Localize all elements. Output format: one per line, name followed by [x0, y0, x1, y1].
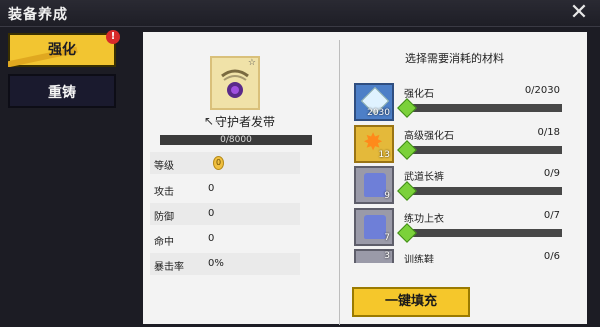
item-name: 守护者发带 — [214, 115, 275, 129]
item-slot[interactable]: ☆ — [210, 56, 260, 110]
auto-fill-button[interactable]: 一键填充 — [352, 287, 470, 317]
stat-row-accuracy: 命中 0 — [150, 228, 300, 250]
stat-row-attack: 攻击 0 — [150, 178, 300, 200]
level-coin-icon: 0 — [213, 156, 224, 170]
stat-label: 命中 — [154, 237, 174, 248]
advanced-stone-icon[interactable]: ✸ 13 — [354, 125, 394, 163]
shoes-icon[interactable]: 3 — [354, 249, 394, 263]
jacket-icon[interactable]: 7 — [354, 208, 394, 246]
material-count: 0/6 — [543, 251, 560, 262]
material-item[interactable]: ✸ 13 高级强化石 0/18 — [354, 125, 564, 163]
exp-text: 0/8000 — [220, 135, 252, 145]
material-item[interactable]: 7 练功上衣 0/7 — [354, 208, 564, 246]
slider-handle[interactable] — [397, 98, 417, 118]
stat-row-defense: 防御 0 — [150, 203, 300, 225]
slider-handle[interactable] — [397, 140, 417, 160]
material-item[interactable]: 2030 强化石 0/2030 — [354, 83, 564, 121]
material-slider-track[interactable] — [404, 104, 562, 112]
material-name: 高级强化石 — [404, 131, 454, 142]
materials-title: 选择需要消耗的材料 — [405, 52, 504, 65]
cloth-shape — [364, 215, 386, 239]
material-count: 0/18 — [537, 127, 560, 138]
enhance-stone-icon[interactable]: 2030 — [354, 83, 394, 121]
tab-enhance-label: 强化 — [48, 42, 76, 58]
material-qty: 3 — [384, 251, 390, 261]
material-name: 训练鞋 — [404, 255, 434, 263]
material-qty: 2030 — [367, 108, 390, 118]
star-icon: ☆ — [247, 58, 256, 68]
material-item[interactable]: 3 训练鞋 0/6 — [354, 249, 564, 263]
stat-label: 等级 — [154, 161, 174, 172]
equipment-window: 装备养成 ✕ 强化 ! 重铸 ☆ ↖ 守护者发带 0/8000 等级 0 攻击 … — [0, 0, 600, 327]
stat-value: 0% — [208, 258, 224, 269]
material-count: 0/7 — [543, 210, 560, 221]
slider-handle[interactable] — [397, 181, 417, 201]
window-title: 装备养成 — [8, 7, 68, 23]
stat-label: 暴击率 — [154, 262, 184, 273]
stat-row-level: 等级 0 — [150, 152, 300, 174]
stat-label: 防御 — [154, 212, 174, 223]
material-item[interactable]: 9 武道长裤 0/9 — [354, 166, 564, 204]
material-qty: 9 — [384, 191, 390, 201]
material-slider-track[interactable] — [404, 229, 562, 237]
tab-enhance[interactable]: 强化 — [8, 33, 116, 67]
material-name: 练功上衣 — [404, 214, 444, 225]
material-slider-track[interactable] — [404, 187, 562, 195]
tab-reforge[interactable]: 重铸 — [8, 74, 116, 108]
headband-icon — [221, 69, 249, 98]
stat-label: 攻击 — [154, 187, 174, 198]
material-count: 0/2030 — [524, 85, 560, 96]
stat-value: 0 — [208, 233, 215, 244]
title-bar: 装备养成 ✕ — [0, 0, 600, 27]
material-slider-track[interactable] — [404, 146, 562, 154]
alert-badge-icon: ! — [106, 30, 120, 44]
pants-icon[interactable]: 9 — [354, 166, 394, 204]
stat-value: 0 — [208, 208, 215, 219]
material-qty: 7 — [384, 233, 390, 243]
material-qty: 13 — [378, 150, 390, 160]
panel-divider — [339, 40, 340, 325]
close-icon[interactable]: ✕ — [568, 2, 590, 24]
material-count: 0/9 — [543, 168, 560, 179]
stat-value: 0 — [208, 183, 215, 194]
slider-handle[interactable] — [397, 223, 417, 243]
material-name: 武道长裤 — [404, 172, 444, 183]
stat-row-crit: 暴击率 0% — [150, 253, 300, 275]
tab-reforge-label: 重铸 — [48, 85, 76, 101]
cloth-shape — [364, 173, 386, 197]
material-name: 强化石 — [404, 89, 434, 100]
